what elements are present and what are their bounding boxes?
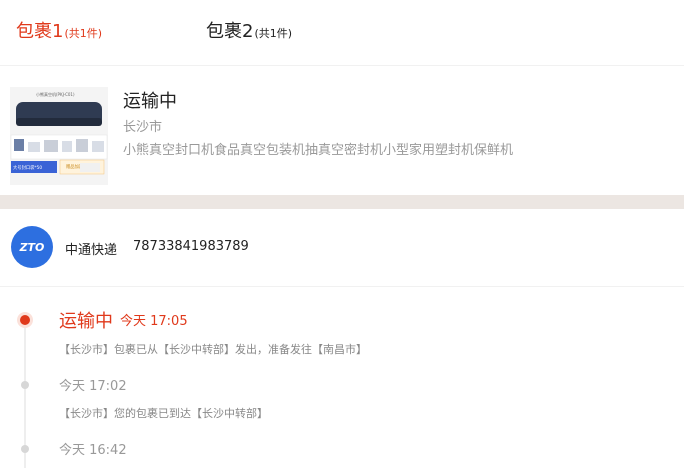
event-description: 【长沙市】包裹已从【长沙中转部】发出，准备发往【南昌市】 [59,343,367,356]
package-city: 长沙市 [123,120,163,135]
product-image-label-1: 大号封口袋*50 [13,164,42,171]
section-divider [0,195,684,209]
product-image[interactable]: 小熊真空机(PKJ-C01) 大号封口袋*50 赠品加送 [10,87,108,185]
tab-package-2-label: 包裹2 [206,21,254,42]
timeline-dot [21,445,29,453]
timeline-dot-active [20,315,30,325]
package-status: 运输中 [123,91,177,112]
package-summary[interactable]: 小熊真空机(PKJ-C01) 大号封口袋*50 赠品加送 运输中 长沙市 小熊真… [0,67,684,195]
event-time: 今天 16:42 [59,443,127,458]
tab-package-1-label: 包裹1 [16,21,64,42]
courier-logo: ZTO [11,226,53,268]
event-time: 今天 17:05 [120,314,188,329]
package-tabs: 包裹1 (共1件) 包裹2 (共1件) [0,0,684,66]
product-name[interactable]: 小熊真空封口机食品真空包装机抽真空密封机小型家用塑封机保鲜机 [123,139,513,158]
tracking-number[interactable]: 78733841983789 [133,239,249,254]
courier-info: ZTO 中通快递 78733841983789 [0,209,684,287]
courier-logo-text: ZTO [19,240,45,254]
event-time: 今天 17:02 [59,379,127,394]
tab-package-1-count: (共1件) [64,27,103,40]
tracking-timeline: 运输中 今天 17:05 【长沙市】包裹已从【长沙中转部】发出，准备发往【南昌市… [0,288,684,468]
tab-package-1[interactable]: 包裹1 (共1件) [16,20,102,46]
tab-package-2-count: (共1件) [254,27,293,40]
timeline-dot [21,381,29,389]
event-description: 【长沙市】您的包裹已到达【长沙中转部】 [59,407,268,420]
product-image-caption: 小熊真空机(PKJ-C01) [36,91,75,97]
courier-name: 中通快递 [65,243,118,258]
tab-package-2[interactable]: 包裹2 (共1件) [206,20,292,46]
event-title: 运输中 [59,311,113,332]
